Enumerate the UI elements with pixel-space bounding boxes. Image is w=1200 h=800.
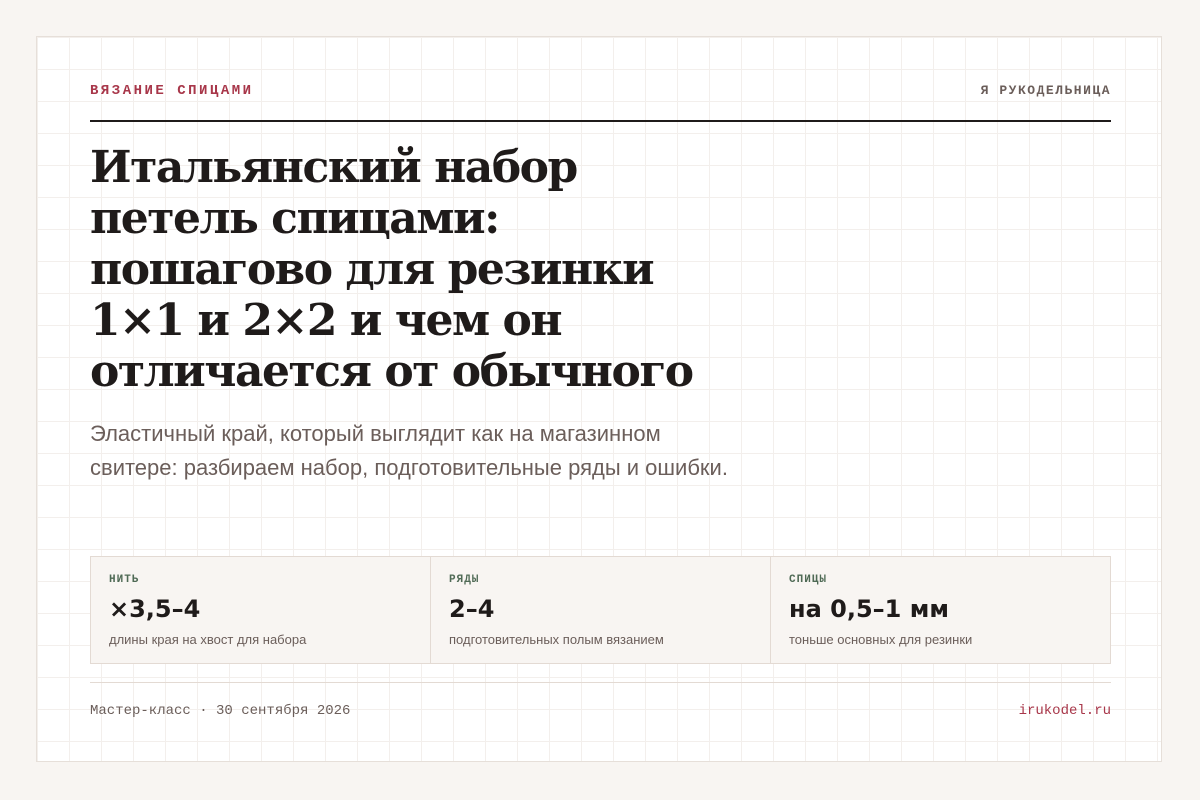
stat-value: на 0,5–1 мм <box>789 595 949 623</box>
stat-value: ×3,5–4 <box>109 595 201 623</box>
site-link[interactable]: irukodel.ru <box>1019 703 1111 719</box>
stat-yarn: НИТЬ ×3,5–4 длины края на хвост для набо… <box>91 557 431 663</box>
stat-label: СПИЦЫ <box>789 574 828 586</box>
stat-description: длины края на хвост для набора <box>109 632 307 647</box>
stats-panel: НИТЬ ×3,5–4 длины края на хвост для набо… <box>90 556 1111 664</box>
stat-needles: СПИЦЫ на 0,5–1 мм тоньше основных для ре… <box>771 557 1110 663</box>
category-label[interactable]: ВЯЗАНИЕ СПИЦАМИ <box>90 83 254 99</box>
stat-description: подготовительных полым вязанием <box>449 632 664 647</box>
stat-rows: РЯДЫ 2–4 подготовительных полым вязанием <box>431 557 771 663</box>
publish-date: Мастер-класс · 30 сентября 2026 <box>90 703 351 719</box>
stat-label: РЯДЫ <box>449 574 480 586</box>
stat-label: НИТЬ <box>109 574 140 586</box>
article-title: Итальянский набор петель спицами: пошаго… <box>90 142 694 397</box>
article-lead: Эластичный край, который выглядит как на… <box>90 421 728 480</box>
card-header: ВЯЗАНИЕ СПИЦАМИ Я РУКОДЕЛЬНИЦА <box>90 37 1111 122</box>
card-footer: Мастер-класс · 30 сентября 2026 irukodel… <box>90 682 1111 743</box>
stat-value: 2–4 <box>449 595 495 623</box>
stat-description: тоньше основных для резинки <box>789 632 973 647</box>
article-card: ВЯЗАНИЕ СПИЦАМИ Я РУКОДЕЛЬНИЦА Итальянск… <box>36 36 1162 762</box>
brand-name[interactable]: Я РУКОДЕЛЬНИЦА <box>981 83 1111 98</box>
